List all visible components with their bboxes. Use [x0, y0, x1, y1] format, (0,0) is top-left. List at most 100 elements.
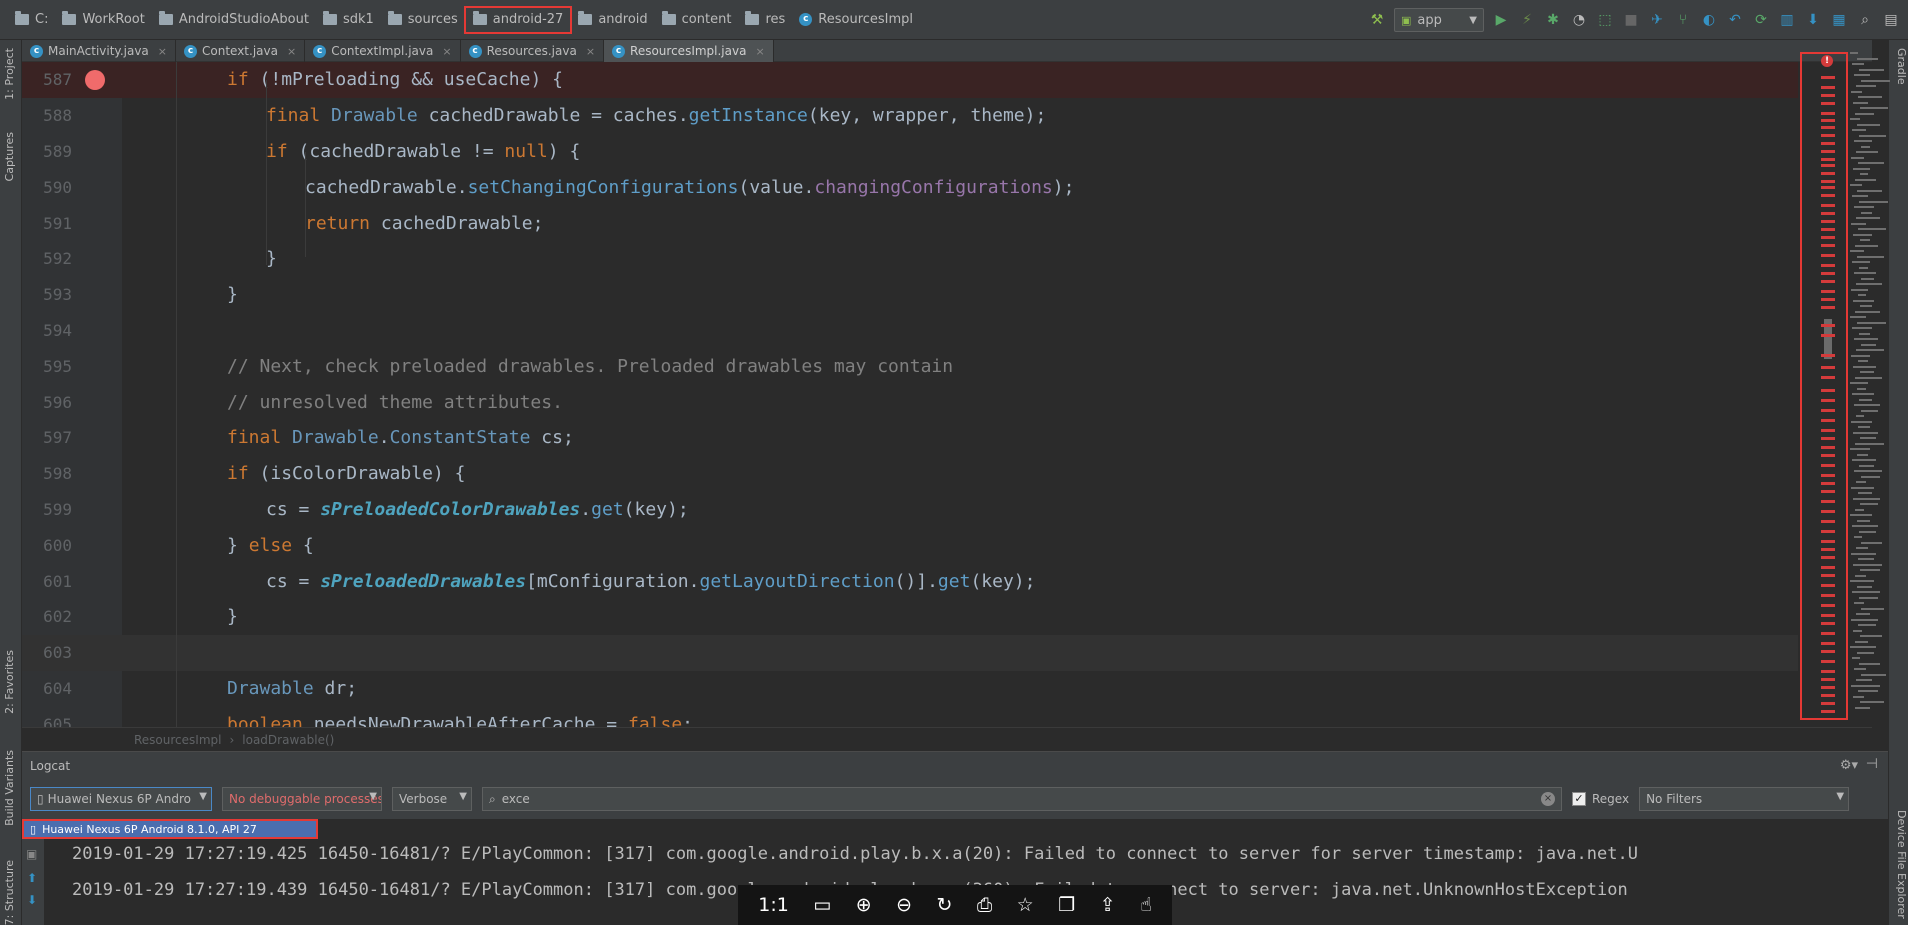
breakpoint-icon[interactable]	[85, 69, 105, 90]
error-mark[interactable]	[1821, 454, 1835, 457]
debug-icon[interactable]: ✱	[1544, 11, 1562, 29]
code-line[interactable]: 588 final Drawable cachedDrawable = cache…	[22, 98, 1798, 134]
error-mark[interactable]	[1821, 354, 1835, 357]
code-line[interactable]: 590 cachedDrawable.setChangingConfigurati…	[22, 169, 1798, 205]
breadcrumb-class[interactable]: ResourcesImpl	[134, 733, 221, 747]
code-line[interactable]: 600} else {	[22, 527, 1798, 563]
sdk-manager-icon[interactable]: ▥	[1778, 11, 1796, 29]
fit-window-icon[interactable]: ▭	[813, 895, 831, 915]
breadcrumb-androidstudioabout[interactable]: AndroidStudioAbout	[152, 7, 316, 33]
error-mark[interactable]	[1821, 272, 1835, 275]
code-line[interactable]: 602}	[22, 599, 1798, 635]
profile-icon[interactable]: ◔	[1570, 11, 1588, 29]
actual-size-button[interactable]: 1:1	[758, 895, 789, 915]
build-hammer-icon[interactable]: ⚒	[1368, 11, 1386, 29]
error-mark[interactable]	[1821, 520, 1835, 523]
error-mark[interactable]	[1821, 236, 1835, 239]
error-mark[interactable]	[1821, 660, 1835, 663]
log-line[interactable]: 2019-01-29 17:27:19.425 16450-16481/? E/…	[72, 844, 1638, 864]
error-mark[interactable]	[1821, 186, 1835, 189]
error-mark[interactable]	[1821, 142, 1835, 145]
regex-checkbox[interactable]: ✓	[1572, 792, 1586, 806]
error-mark[interactable]	[1821, 290, 1835, 293]
code-line[interactable]: 595 // Next, check preloaded drawables. P…	[22, 348, 1798, 384]
error-mark[interactable]	[1821, 280, 1835, 283]
error-mark[interactable]	[1821, 474, 1835, 477]
breadcrumb-sdk1[interactable]: sdk1	[316, 7, 381, 33]
filter-config-select[interactable]: No Filters ▼	[1639, 787, 1850, 811]
scroll-down-icon[interactable]: ⬇	[27, 893, 37, 907]
error-mark[interactable]	[1821, 702, 1835, 705]
code-editor[interactable]: 587 if (!mPreloading && useCache) {588 fin…	[22, 62, 1798, 727]
regex-toggle[interactable]: ✓ Regex	[1572, 792, 1629, 806]
layout-inspector-icon[interactable]: ▦	[1830, 11, 1848, 29]
minimize-icon[interactable]: ⊣	[1866, 756, 1878, 772]
search-everywhere-icon[interactable]: ⌕	[1856, 11, 1874, 29]
error-mark[interactable]	[1821, 574, 1835, 577]
error-mark[interactable]	[1821, 594, 1835, 597]
hand-icon[interactable]: ☝	[1140, 895, 1152, 915]
bookmark-icon[interactable]: ☆	[1017, 895, 1034, 915]
sync-icon[interactable]: ✈	[1648, 11, 1666, 29]
error-mark[interactable]	[1821, 464, 1835, 467]
close-icon[interactable]: ×	[158, 45, 167, 58]
code-line[interactable]: 592}	[22, 241, 1798, 277]
download-icon[interactable]: ⬇	[1804, 11, 1822, 29]
process-select[interactable]: No debuggable processes ▼	[222, 787, 382, 811]
error-mark[interactable]	[1821, 112, 1835, 115]
tab-mainactivity[interactable]: c MainActivity.java ×	[22, 40, 176, 62]
error-mark[interactable]	[1821, 264, 1835, 267]
error-mark[interactable]	[1821, 228, 1835, 231]
error-mark[interactable]	[1821, 76, 1835, 79]
avd-manager-icon[interactable]: ◐	[1700, 11, 1718, 29]
logcat-search-input[interactable]: ⌕ exce ×	[482, 787, 1562, 811]
project-structure-icon[interactable]: ⑂	[1674, 11, 1692, 29]
copy-icon[interactable]: ❐	[1058, 895, 1075, 915]
error-mark[interactable]	[1821, 204, 1835, 207]
error-mark[interactable]	[1821, 172, 1835, 175]
error-mark[interactable]	[1821, 650, 1835, 653]
run-configuration-select[interactable]: ▣ app ▼	[1394, 8, 1484, 32]
error-mark[interactable]	[1821, 376, 1835, 379]
error-mark[interactable]	[1821, 419, 1835, 422]
error-mark[interactable]	[1821, 429, 1835, 432]
error-mark[interactable]	[1821, 642, 1835, 645]
zoom-out-icon[interactable]: ⊖	[896, 895, 912, 915]
error-mark[interactable]	[1821, 158, 1835, 161]
error-mark[interactable]	[1821, 244, 1835, 247]
breadcrumb-android[interactable]: android	[571, 7, 654, 33]
breadcrumb-method[interactable]: loadDrawable()	[242, 733, 334, 747]
device-file-explorer-tool-tab[interactable]: Device File Explorer	[1892, 810, 1908, 919]
error-mark[interactable]	[1821, 254, 1835, 257]
breadcrumb-workroot[interactable]: WorkRoot	[55, 7, 151, 33]
error-mark[interactable]	[1821, 220, 1835, 223]
error-mark[interactable]	[1821, 566, 1835, 569]
error-mark[interactable]	[1821, 632, 1835, 635]
error-mark[interactable]	[1821, 678, 1835, 681]
error-mark[interactable]	[1821, 482, 1835, 485]
error-mark[interactable]	[1821, 180, 1835, 183]
code-line[interactable]: 598 if (isColorDrawable) {	[22, 456, 1798, 492]
error-mark[interactable]	[1821, 548, 1835, 551]
tab-resources[interactable]: c Resources.java ×	[461, 40, 605, 62]
code-line[interactable]: 593}	[22, 277, 1798, 313]
gradle-sync-icon[interactable]: ⟳	[1752, 11, 1770, 29]
stop-icon[interactable]: ■	[1622, 11, 1640, 29]
error-mark[interactable]	[1821, 710, 1835, 713]
close-icon[interactable]: ×	[442, 45, 451, 58]
error-mark[interactable]	[1821, 686, 1835, 689]
error-mark[interactable]	[1821, 500, 1835, 503]
breadcrumb-content[interactable]: content	[655, 7, 739, 33]
breadcrumb-resourcesimpl[interactable]: c ResourcesImpl	[792, 7, 920, 33]
code-line[interactable]: 589 if (cachedDrawable != null) {	[22, 134, 1798, 170]
code-line[interactable]: 604 Drawable dr;	[22, 671, 1798, 707]
code-line[interactable]: 597 final Drawable.ConstantState cs;	[22, 420, 1798, 456]
device-select[interactable]: ▯ Huawei Nexus 6P Andro ▼	[30, 787, 212, 811]
error-mark[interactable]	[1821, 490, 1835, 493]
breadcrumb-sources[interactable]: sources	[381, 7, 465, 33]
code-minimap[interactable]	[1850, 52, 1890, 722]
error-mark[interactable]	[1821, 94, 1835, 97]
favorites-tool-tab[interactable]: 2: Favorites	[3, 650, 19, 714]
clear-icon[interactable]: ×	[1541, 792, 1555, 806]
error-mark[interactable]	[1821, 102, 1835, 105]
